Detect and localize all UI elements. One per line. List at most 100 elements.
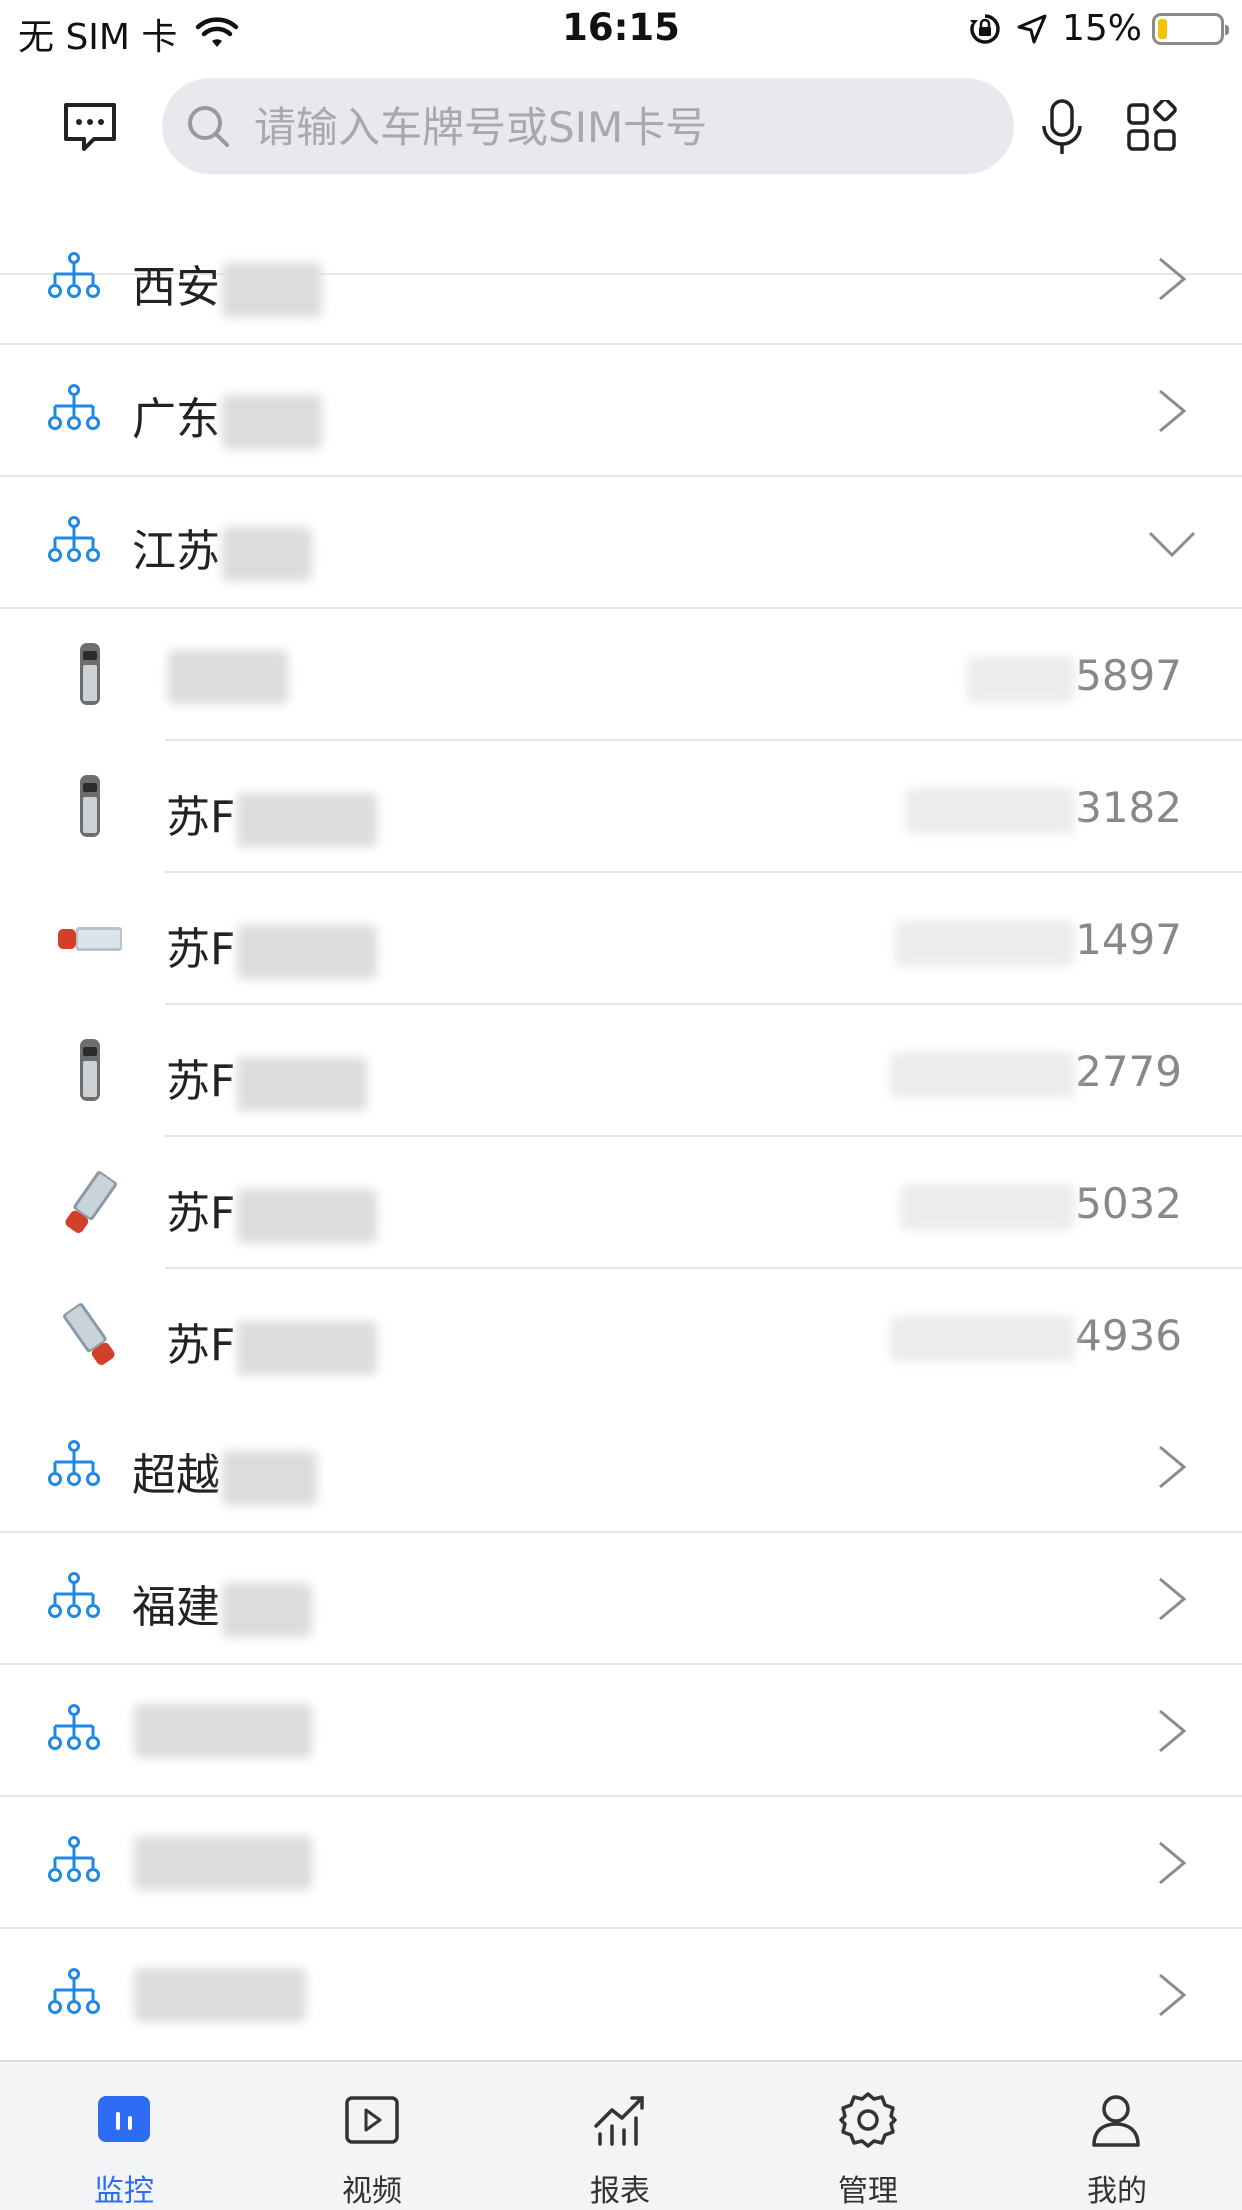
sim-number: 1497	[1075, 915, 1182, 964]
chevron-right-icon	[1159, 1577, 1187, 1621]
tab-profile[interactable]: 我的	[992, 2062, 1242, 2210]
sim-number: 5897	[1075, 651, 1182, 700]
tab-label: 我的	[1087, 2174, 1147, 2209]
rotation-lock-icon	[969, 13, 1000, 44]
org-chart-icon	[48, 1572, 100, 1618]
vehicle-row[interactable]: 苏F 3182	[0, 741, 1242, 873]
redacted-text	[967, 655, 1076, 702]
org-group-name: 超越	[132, 1450, 220, 1501]
redacted-text	[222, 527, 312, 581]
chevron-right-icon	[1159, 1445, 1187, 1489]
redacted-text	[237, 1057, 368, 1111]
truck-red-icon	[58, 927, 122, 951]
org-group-row[interactable]: 超越	[0, 1401, 1242, 1533]
redacted-text	[237, 1189, 378, 1243]
vehicle-plate: 苏F	[166, 1320, 236, 1371]
redacted-text	[900, 1183, 1076, 1230]
redacted-text	[905, 787, 1076, 834]
org-chart-icon	[48, 384, 100, 430]
tab-manage[interactable]: 管理	[744, 2062, 992, 2210]
tab-reports[interactable]: 报表	[496, 2062, 744, 2210]
org-group-row[interactable]: 广东	[0, 345, 1242, 477]
video-icon	[345, 2096, 399, 2144]
sim-number: 4936	[1075, 1311, 1182, 1360]
battery-percent: 15%	[1061, 8, 1142, 49]
org-group-row[interactable]	[0, 1929, 1242, 2059]
van-gray-icon	[80, 1039, 100, 1101]
org-group-row[interactable]	[0, 1665, 1242, 1797]
search-header	[0, 62, 1242, 275]
chevron-right-icon	[1159, 1709, 1187, 1753]
battery-icon	[1152, 12, 1229, 45]
vehicle-row[interactable]: 苏F 5032	[0, 1137, 1242, 1269]
message-icon[interactable]	[60, 97, 120, 157]
microphone-icon[interactable]	[1040, 98, 1084, 158]
redacted-text	[222, 1583, 312, 1637]
org-group-name: 江苏	[132, 526, 220, 577]
vehicle-plate: 苏F	[166, 1188, 236, 1239]
tab-label: 管理	[838, 2174, 898, 2209]
tab-label: 报表	[590, 2174, 650, 2209]
vehicle-row[interactable]: 苏F 1497	[0, 873, 1242, 1005]
redacted-text	[890, 1051, 1076, 1098]
tab-label: 监控	[94, 2174, 154, 2209]
redacted-text	[134, 1836, 312, 1890]
search-input[interactable]	[252, 78, 996, 176]
org-group-row[interactable]: 福建	[0, 1533, 1242, 1665]
redacted-text	[890, 1315, 1076, 1362]
vehicle-row[interactable]: 苏F 2779	[0, 1005, 1242, 1137]
org-chart-icon	[48, 1704, 100, 1750]
redacted-text	[222, 263, 322, 317]
report-chart-icon	[594, 2096, 644, 2146]
org-tree-list[interactable]: 西安 广东 江苏 5897 苏F 3182 苏F 1497 苏F 2779 苏F…	[0, 213, 1242, 2059]
vehicle-plate: 苏F	[166, 792, 236, 843]
chevron-right-icon	[1159, 389, 1187, 433]
org-group-name: 西安	[132, 262, 220, 313]
redacted-text	[222, 1451, 317, 1505]
vehicle-plate: 苏F	[166, 1056, 236, 1107]
tab-video[interactable]: 视频	[248, 2062, 496, 2210]
chevron-right-icon	[1159, 257, 1187, 301]
org-group-row-expanded[interactable]: 江苏	[0, 477, 1242, 609]
org-group-row[interactable]: 西安	[0, 213, 1242, 345]
battery-level	[1158, 18, 1167, 39]
chevron-right-icon	[1159, 1841, 1187, 1885]
vehicle-row[interactable]: 苏F 4936	[0, 1269, 1242, 1401]
redacted-text	[168, 650, 288, 704]
redacted-text	[237, 925, 378, 979]
search-icon	[188, 106, 229, 147]
redacted-text	[895, 919, 1076, 966]
chevron-down-icon	[1148, 531, 1196, 558]
vehicle-plate: 苏F	[166, 924, 236, 975]
vehicle-row[interactable]: 5897	[0, 609, 1242, 741]
tab-label: 视频	[342, 2174, 402, 2209]
settings-gear-icon	[839, 2092, 897, 2148]
grid-apps-icon[interactable]	[1126, 100, 1178, 152]
tab-monitor[interactable]: 监控	[0, 2062, 248, 2210]
redacted-text	[222, 395, 322, 449]
truck-red-icon	[62, 1303, 115, 1365]
van-gray-icon	[80, 775, 100, 837]
redacted-text	[237, 793, 378, 847]
status-bar: 无 SIM 卡 16:15 15%	[0, 0, 1242, 62]
redacted-text	[134, 1968, 306, 2022]
redacted-text	[237, 1321, 378, 1375]
org-chart-icon	[48, 1968, 100, 2014]
search-bar[interactable]	[162, 78, 1014, 176]
org-chart-icon	[48, 1836, 100, 1882]
org-group-row[interactable]	[0, 1797, 1242, 1929]
redacted-text	[134, 1704, 312, 1758]
sim-number: 5032	[1075, 1179, 1182, 1228]
sim-number: 2779	[1075, 1047, 1182, 1096]
bottom-tab-bar: 监控 视频 报表 管理 我的	[0, 2060, 1242, 2210]
chevron-right-icon	[1159, 1973, 1187, 2017]
van-gray-icon	[80, 643, 100, 705]
user-icon	[1092, 2095, 1140, 2147]
monitor-icon	[98, 2096, 150, 2142]
org-group-name: 福建	[132, 1582, 220, 1633]
org-chart-icon	[48, 1440, 100, 1486]
sim-number: 3182	[1075, 783, 1182, 832]
truck-red-icon	[65, 1171, 118, 1233]
org-group-name: 广东	[132, 394, 220, 445]
org-chart-icon	[48, 516, 100, 562]
